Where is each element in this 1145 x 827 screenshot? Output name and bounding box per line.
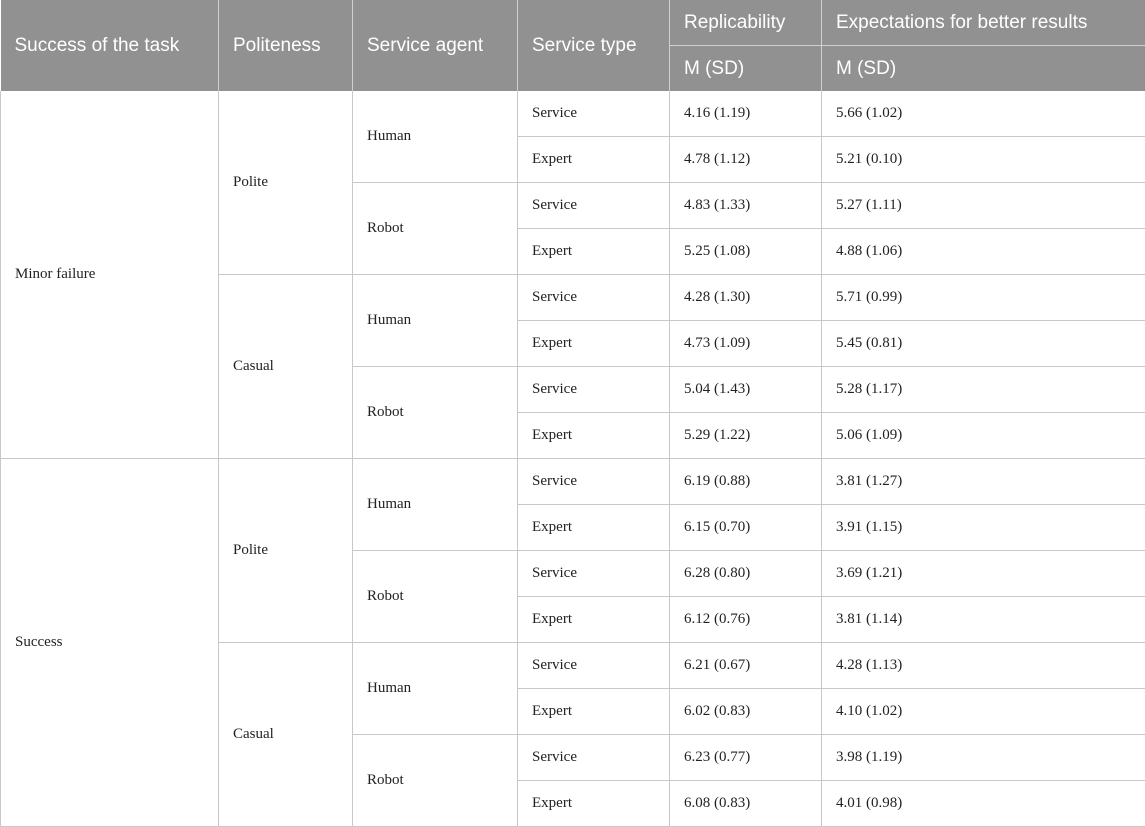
service-type-cell: Expert — [518, 229, 670, 275]
service-type-cell: Service — [518, 183, 670, 229]
service-type-cell: Expert — [518, 321, 670, 367]
success-cell: Minor failure — [1, 91, 219, 459]
service-agent-cell: Human — [353, 91, 518, 183]
header-success: Success of the task — [1, 0, 219, 91]
replicability-cell: 5.25 (1.08) — [670, 229, 822, 275]
replicability-cell: 4.28 (1.30) — [670, 275, 822, 321]
service-type-cell: Service — [518, 459, 670, 505]
service-type-cell: Service — [518, 275, 670, 321]
expectations-cell: 3.81 (1.27) — [822, 459, 1145, 505]
expectations-cell: 5.21 (0.10) — [822, 137, 1145, 183]
replicability-cell: 6.08 (0.83) — [670, 781, 822, 827]
replicability-cell: 6.15 (0.70) — [670, 505, 822, 551]
replicability-cell: 6.21 (0.67) — [670, 643, 822, 689]
table-row: Minor failurePoliteHumanService4.16 (1.1… — [1, 91, 1145, 137]
replicability-cell: 6.28 (0.80) — [670, 551, 822, 597]
service-type-cell: Service — [518, 735, 670, 781]
header-replicability: Replicability — [670, 0, 822, 46]
service-type-cell: Service — [518, 91, 670, 137]
header-replicability-subheader: M (SD) — [670, 46, 822, 92]
header-expectations: Expectations for better results — [822, 0, 1145, 46]
header-service-type: Service type — [518, 0, 670, 91]
replicability-cell: 6.12 (0.76) — [670, 597, 822, 643]
service-agent-cell: Human — [353, 275, 518, 367]
expectations-cell: 4.10 (1.02) — [822, 689, 1145, 735]
header-service-agent: Service agent — [353, 0, 518, 91]
politeness-cell: Polite — [219, 459, 353, 643]
service-type-cell: Service — [518, 367, 670, 413]
expectations-cell: 5.45 (0.81) — [822, 321, 1145, 367]
table-row: SuccessPoliteHumanService6.19 (0.88)3.81… — [1, 459, 1145, 505]
replicability-cell: 5.29 (1.22) — [670, 413, 822, 459]
replicability-cell: 4.78 (1.12) — [670, 137, 822, 183]
service-type-cell: Expert — [518, 781, 670, 827]
expectations-cell: 3.98 (1.19) — [822, 735, 1145, 781]
replicability-cell: 6.19 (0.88) — [670, 459, 822, 505]
replicability-cell: 4.73 (1.09) — [670, 321, 822, 367]
service-agent-cell: Robot — [353, 367, 518, 459]
replicability-cell: 6.02 (0.83) — [670, 689, 822, 735]
header-politeness: Politeness — [219, 0, 353, 91]
expectations-cell: 3.91 (1.15) — [822, 505, 1145, 551]
service-type-cell: Expert — [518, 137, 670, 183]
expectations-cell: 4.88 (1.06) — [822, 229, 1145, 275]
header-expectations-subheader: M (SD) — [822, 46, 1145, 92]
expectations-cell: 5.27 (1.11) — [822, 183, 1145, 229]
replicability-cell: 4.83 (1.33) — [670, 183, 822, 229]
expectations-cell: 5.66 (1.02) — [822, 91, 1145, 137]
service-type-cell: Expert — [518, 413, 670, 459]
service-agent-cell: Robot — [353, 183, 518, 275]
service-agent-cell: Robot — [353, 735, 518, 827]
expectations-cell: 4.01 (0.98) — [822, 781, 1145, 827]
table-body: Minor failurePoliteHumanService4.16 (1.1… — [1, 91, 1145, 827]
expectations-cell: 5.71 (0.99) — [822, 275, 1145, 321]
politeness-cell: Polite — [219, 91, 353, 275]
replicability-cell: 5.04 (1.43) — [670, 367, 822, 413]
service-type-cell: Expert — [518, 597, 670, 643]
results-table: Success of the task Politeness Service a… — [0, 0, 1145, 827]
service-agent-cell: Human — [353, 643, 518, 735]
service-type-cell: Expert — [518, 689, 670, 735]
service-agent-cell: Human — [353, 459, 518, 551]
politeness-cell: Casual — [219, 643, 353, 827]
politeness-cell: Casual — [219, 275, 353, 459]
expectations-cell: 5.06 (1.09) — [822, 413, 1145, 459]
expectations-cell: 5.28 (1.17) — [822, 367, 1145, 413]
service-type-cell: Expert — [518, 505, 670, 551]
success-cell: Success — [1, 459, 219, 827]
service-type-cell: Service — [518, 643, 670, 689]
service-agent-cell: Robot — [353, 551, 518, 643]
expectations-cell: 3.69 (1.21) — [822, 551, 1145, 597]
service-type-cell: Service — [518, 551, 670, 597]
table-header: Success of the task Politeness Service a… — [1, 0, 1145, 91]
replicability-cell: 4.16 (1.19) — [670, 91, 822, 137]
replicability-cell: 6.23 (0.77) — [670, 735, 822, 781]
expectations-cell: 4.28 (1.13) — [822, 643, 1145, 689]
expectations-cell: 3.81 (1.14) — [822, 597, 1145, 643]
